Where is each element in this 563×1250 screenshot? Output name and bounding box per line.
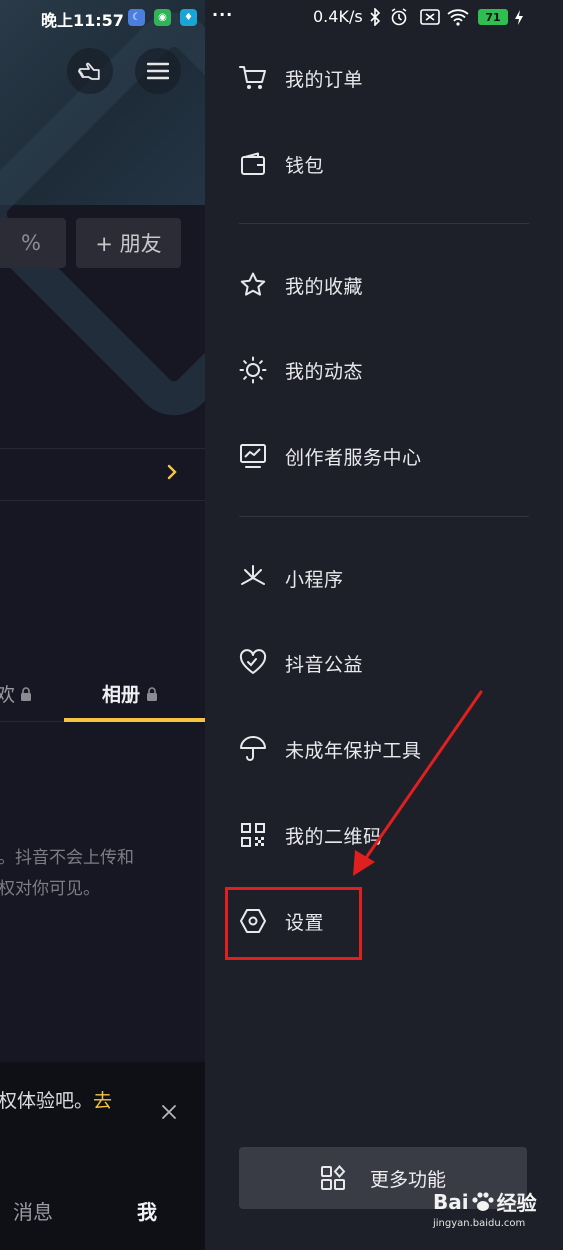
menu-item-wallet[interactable]: 钱包 xyxy=(239,134,529,194)
chart-monitor-icon xyxy=(239,442,267,470)
red-arrow-annotation xyxy=(353,690,483,876)
banner-text: 权体验吧。 xyxy=(0,1090,94,1112)
banner-link[interactable]: 去 xyxy=(93,1090,112,1112)
hand-pointer-icon[interactable] xyxy=(67,48,113,94)
sim-card-icon xyxy=(420,9,440,29)
battery-level: 71 xyxy=(485,10,501,24)
menu-item-label: 我的收藏 xyxy=(285,275,364,298)
hamburger-menu-icon[interactable] xyxy=(135,48,181,94)
more-notifications-icon: ··· xyxy=(212,5,234,24)
tab-album-label: 相册 xyxy=(102,684,141,706)
wifi-icon xyxy=(447,8,469,30)
lock-icon xyxy=(147,686,158,701)
privacy-notice-line2: 权对你可见。 xyxy=(0,879,100,899)
wechat-app-icon: ◉ xyxy=(154,9,171,26)
chevron-right-icon[interactable] xyxy=(166,462,178,486)
privacy-notice-line1: 。抖音不会上传和 xyxy=(0,848,134,868)
tab-likes[interactable]: 欢 xyxy=(0,680,32,707)
grid-apps-icon xyxy=(320,1165,346,1191)
divider xyxy=(0,500,205,501)
menu-item-moments[interactable]: 我的动态 xyxy=(239,340,529,400)
add-friend-button[interactable]: + 朋友 xyxy=(76,218,181,268)
percent-fragment: % xyxy=(21,231,41,255)
profile-background-panel: % + 朋友 欢 相册 。抖音不会上传和 权对你可见。 权体验吧。去 消息 我 xyxy=(0,0,205,1250)
menu-item-mini-program[interactable]: 小程序 xyxy=(239,548,529,608)
nav-messages[interactable]: 消息 xyxy=(13,1196,53,1225)
alarm-icon xyxy=(390,8,408,30)
menu-item-label: 我的订单 xyxy=(285,68,364,91)
charging-icon xyxy=(514,9,524,30)
battery-icon: 71 xyxy=(478,9,508,25)
permission-banner[interactable]: 权体验吧。去 xyxy=(0,1086,112,1113)
menu-item-label: 小程序 xyxy=(285,568,344,591)
menu-item-label: 我的动态 xyxy=(285,360,364,383)
watermark-brand2: 经验 xyxy=(496,1191,537,1215)
menu-item-favorites[interactable]: 我的收藏 xyxy=(239,255,529,315)
qrcode-icon xyxy=(239,821,267,849)
baidu-jingyan-watermark: Bai 经验 jingyan.baidu.com xyxy=(433,1187,563,1247)
status-time: 晚上11:57 xyxy=(41,11,124,30)
lock-icon xyxy=(21,686,32,701)
shield-app-icon: ♦ xyxy=(180,9,197,26)
weather-app-icon: ☾ xyxy=(128,9,145,26)
tab-likes-label: 欢 xyxy=(0,684,16,706)
status-bar: 晚上11:57 ☾ ◉ ♦ ··· 0.4K/s 71 xyxy=(0,0,563,36)
settings-highlight-box xyxy=(225,887,362,960)
edit-profile-button[interactable]: % xyxy=(0,218,66,268)
menu-item-label: 钱包 xyxy=(285,154,325,177)
menu-divider xyxy=(239,516,529,517)
wallet-icon xyxy=(239,150,267,178)
umbrella-icon xyxy=(239,735,267,763)
menu-item-creator-center[interactable]: 创作者服务中心 xyxy=(239,426,529,486)
sun-icon xyxy=(239,356,267,384)
menu-item-charity[interactable]: 抖音公益 xyxy=(239,633,529,693)
divider xyxy=(0,448,205,449)
mini-program-icon xyxy=(239,564,267,592)
tab-active-indicator xyxy=(64,718,205,722)
tab-album[interactable]: 相册 xyxy=(102,680,158,707)
side-drawer-menu: 我的订单 钱包 我的收藏 我的动态 创作者服务中心 小程序 抖音公益 未成年保护… xyxy=(205,0,563,1250)
watermark-url: jingyan.baidu.com xyxy=(433,1218,526,1229)
close-icon[interactable] xyxy=(161,1104,177,1124)
net-speed: 0.4K/s xyxy=(313,7,363,26)
menu-item-label: 抖音公益 xyxy=(285,653,364,676)
bluetooth-icon xyxy=(369,7,381,30)
nav-me[interactable]: 我 xyxy=(137,1196,157,1225)
star-icon xyxy=(239,271,267,299)
menu-item-label: 创作者服务中心 xyxy=(285,446,422,469)
add-friend-label: + 朋友 xyxy=(95,232,162,256)
menu-divider xyxy=(239,223,529,224)
paw-icon xyxy=(471,1191,495,1213)
watermark-brand: Bai xyxy=(433,1189,469,1214)
cart-icon xyxy=(239,64,267,92)
menu-item-orders[interactable]: 我的订单 xyxy=(239,48,529,108)
charity-heart-icon xyxy=(239,649,267,677)
